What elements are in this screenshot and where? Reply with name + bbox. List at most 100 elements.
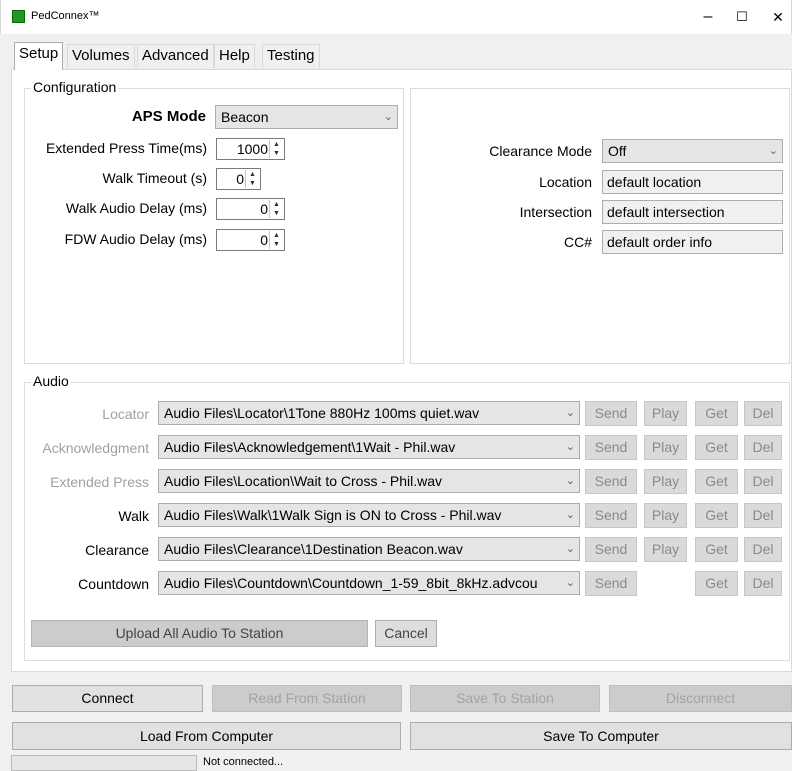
save-to-computer-button[interactable]: Save To Computer — [410, 722, 792, 750]
walk-audio-delay-label: Walk Audio Delay (ms) — [65, 200, 207, 216]
configuration-group — [24, 88, 404, 364]
locator-file-value: Audio Files\Locator\1Tone 880Hz 100ms qu… — [164, 405, 480, 421]
maximize-button[interactable]: ☐ — [727, 6, 757, 28]
location-field[interactable]: default location — [602, 170, 783, 194]
extended-press-send-button[interactable]: Send — [585, 469, 637, 494]
clearance-del-button[interactable]: Del — [744, 537, 782, 562]
load-from-computer-button[interactable]: Load From Computer — [12, 722, 401, 750]
extended-press-audio-label: Extended Press — [50, 474, 149, 490]
clearance-mode-select[interactable]: Off ⌄ — [602, 139, 783, 163]
progress-bar — [11, 755, 197, 771]
walk-audio-delay-stepper[interactable]: 0 ▲ ▼ — [216, 198, 285, 220]
walk-file-select[interactable]: Audio Files\Walk\1Walk Sign is ON to Cro… — [158, 503, 580, 527]
acknowledgment-label: Acknowledgment — [42, 440, 149, 456]
walk-timeout-label: Walk Timeout (s) — [102, 170, 208, 186]
locator-send-button[interactable]: Send — [585, 401, 637, 426]
tab-advanced[interactable]: Advanced — [137, 44, 214, 68]
walk-send-button[interactable]: Send — [585, 503, 637, 528]
tab-setup[interactable]: Setup — [14, 42, 64, 70]
walk-timeout-stepper[interactable]: 0 ▲ ▼ — [216, 168, 261, 190]
extended-press-label: Extended Press Time(ms) — [45, 140, 207, 156]
intersection-field[interactable]: default intersection — [602, 200, 783, 224]
close-button[interactable]: ✕ — [763, 6, 792, 28]
extended-press-get-button[interactable]: Get — [695, 469, 738, 494]
aps-mode-value: Beacon — [221, 109, 269, 125]
status-text: Not connected... — [203, 756, 284, 768]
chevron-down-icon: ⌄ — [565, 543, 575, 555]
acknowledgment-file-select[interactable]: Audio Files\Acknowledgement\1Wait - Phil… — [158, 435, 580, 459]
tab-help[interactable]: Help — [214, 44, 255, 68]
tab-volumes[interactable]: Volumes — [67, 44, 135, 68]
fdw-audio-delay-label: FDW Audio Delay (ms) — [64, 231, 207, 247]
clearance-mode-value: Off — [608, 143, 627, 159]
window-title: PedConnex™ — [31, 10, 100, 22]
acknowledgment-get-button[interactable]: Get — [695, 435, 738, 460]
configuration-legend: Configuration — [31, 79, 119, 95]
extended-press-file-value: Audio Files\Location\Wait to Cross - Phi… — [164, 473, 443, 489]
minimize-button[interactable]: – — [693, 6, 723, 28]
aps-mode-label: APS Mode — [131, 108, 206, 125]
chevron-down-icon: ⌄ — [768, 145, 778, 157]
upload-all-audio-button[interactable]: Upload All Audio To Station — [31, 620, 368, 647]
clearance-send-button[interactable]: Send — [585, 537, 637, 562]
cc-field[interactable]: default order info — [602, 230, 783, 254]
fdw-audio-delay-stepper[interactable]: 0 ▲ ▼ — [216, 229, 285, 251]
disconnect-button[interactable]: Disconnect — [609, 685, 792, 712]
locator-label: Locator — [102, 406, 149, 422]
title-bar: PedConnex™ – ☐ ✕ — [0, 0, 792, 34]
clearance-file-select[interactable]: Audio Files\Clearance\1Destination Beaco… — [158, 537, 580, 561]
chevron-down-icon: ⌄ — [565, 577, 575, 589]
clearance-label: Clearance — [85, 542, 149, 558]
extended-press-play-button[interactable]: Play — [644, 469, 687, 494]
locator-play-button[interactable]: Play — [644, 401, 687, 426]
audio-legend: Audio — [31, 373, 71, 389]
app-icon — [12, 10, 25, 23]
spinner-arrows-icon[interactable]: ▲ ▼ — [269, 140, 283, 158]
clearance-get-button[interactable]: Get — [695, 537, 738, 562]
extended-press-stepper[interactable]: 1000 ▲ ▼ — [216, 138, 285, 160]
save-to-station-button[interactable]: Save To Station — [410, 685, 600, 712]
locator-get-button[interactable]: Get — [695, 401, 738, 426]
walk-file-value: Audio Files\Walk\1Walk Sign is ON to Cro… — [164, 507, 502, 523]
countdown-file-select[interactable]: Audio Files\Countdown\Countdown_1-59_8bi… — [158, 571, 580, 595]
extended-press-del-button[interactable]: Del — [744, 469, 782, 494]
chevron-down-icon: ⌄ — [565, 407, 575, 419]
spinner-arrows-icon[interactable]: ▲ ▼ — [269, 200, 283, 218]
fdw-audio-delay-value: 0 — [260, 232, 268, 248]
extended-press-file-select[interactable]: Audio Files\Location\Wait to Cross - Phi… — [158, 469, 580, 493]
location-label: Location — [539, 174, 592, 190]
acknowledgment-send-button[interactable]: Send — [585, 435, 637, 460]
walk-label: Walk — [118, 508, 149, 524]
walk-del-button[interactable]: Del — [744, 503, 782, 528]
acknowledgment-del-button[interactable]: Del — [744, 435, 782, 460]
clearance-play-button[interactable]: Play — [644, 537, 687, 562]
walk-get-button[interactable]: Get — [695, 503, 738, 528]
cc-label: CC# — [563, 234, 592, 250]
chevron-down-icon: ⌄ — [565, 441, 575, 453]
cancel-upload-button[interactable]: Cancel — [375, 620, 437, 647]
walk-play-button[interactable]: Play — [644, 503, 687, 528]
chevron-down-icon: ⌄ — [565, 475, 575, 487]
countdown-get-button[interactable]: Get — [695, 571, 738, 596]
connect-button[interactable]: Connect — [12, 685, 203, 712]
countdown-label: Countdown — [78, 576, 149, 592]
read-from-station-button[interactable]: Read From Station — [212, 685, 402, 712]
clearance-mode-label: Clearance Mode — [489, 143, 592, 159]
extended-press-value: 1000 — [236, 141, 268, 157]
tab-testing[interactable]: Testing — [262, 44, 320, 68]
configuration-group-right — [410, 88, 790, 364]
intersection-label: Intersection — [519, 204, 592, 220]
acknowledgment-play-button[interactable]: Play — [644, 435, 687, 460]
countdown-file-value: Audio Files\Countdown\Countdown_1-59_8bi… — [164, 575, 538, 591]
acknowledgment-file-value: Audio Files\Acknowledgement\1Wait - Phil… — [164, 439, 456, 455]
countdown-send-button[interactable]: Send — [585, 571, 637, 596]
spinner-arrows-icon[interactable]: ▲ ▼ — [245, 170, 259, 188]
locator-file-select[interactable]: Audio Files\Locator\1Tone 880Hz 100ms qu… — [158, 401, 580, 425]
locator-del-button[interactable]: Del — [744, 401, 782, 426]
spinner-arrows-icon[interactable]: ▲ ▼ — [269, 231, 283, 249]
aps-mode-select[interactable]: Beacon ⌄ — [215, 105, 398, 129]
chevron-down-icon: ⌄ — [565, 509, 575, 521]
countdown-del-button[interactable]: Del — [744, 571, 782, 596]
walk-timeout-value: 0 — [236, 171, 244, 187]
clearance-file-value: Audio Files\Clearance\1Destination Beaco… — [164, 541, 463, 557]
